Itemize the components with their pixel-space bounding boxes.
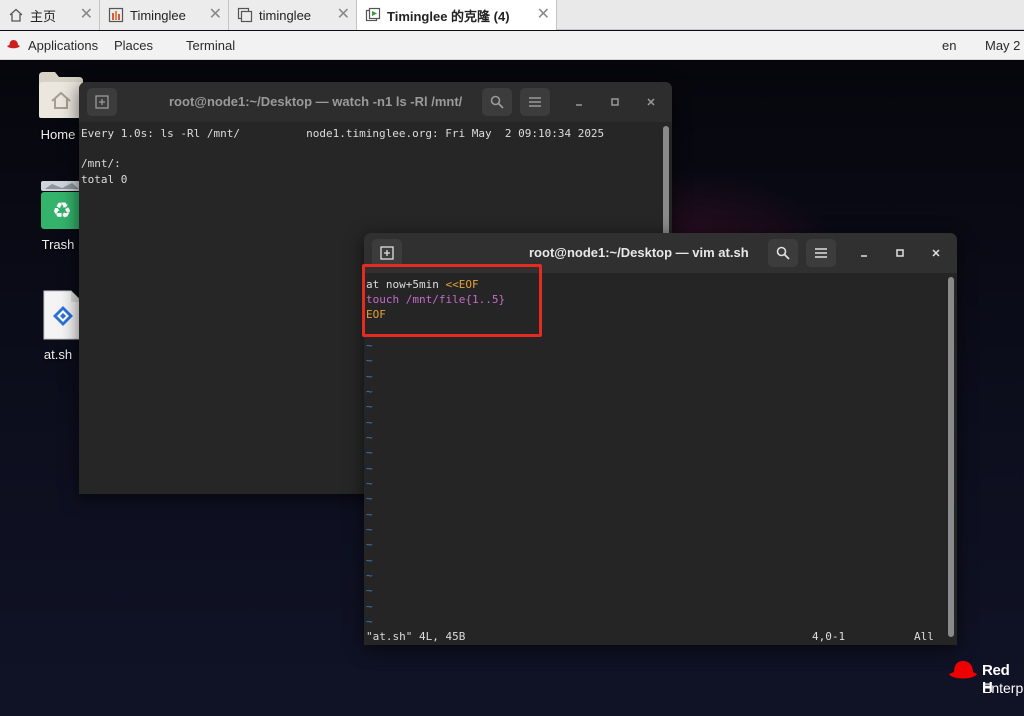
tab-label: Timinglee: [130, 7, 186, 23]
vm-icon: [108, 7, 124, 23]
trash-icon: ♻: [41, 181, 83, 229]
empty-line-marker: ~: [366, 554, 373, 567]
close-icon[interactable]: ✕: [537, 4, 550, 24]
minimize-button[interactable]: [856, 245, 872, 261]
new-tab-button[interactable]: [87, 88, 117, 116]
vm-running-icon: [365, 7, 381, 22]
search-icon: [490, 95, 504, 109]
tab-label: timinglee: [259, 7, 312, 23]
tab-home[interactable]: 主页 ✕: [0, 0, 100, 30]
language-indicator[interactable]: en: [942, 38, 956, 53]
applications-menu[interactable]: Applications: [28, 38, 98, 53]
svg-text:♻: ♻: [52, 199, 72, 224]
vm-tab-strip: 主页 ✕ Timinglee ✕ timinglee ✕ Timinglee 的…: [0, 0, 1024, 30]
search-button[interactable]: [768, 239, 798, 267]
close-icon: [932, 249, 940, 257]
empty-line-marker: ~: [366, 492, 373, 505]
minimize-button[interactable]: [571, 94, 587, 110]
vm-copy-icon: [237, 7, 253, 23]
clock[interactable]: May 2: [985, 38, 1020, 53]
menu-button[interactable]: [520, 88, 550, 116]
empty-line-marker: ~: [366, 385, 373, 398]
hamburger-menu-icon: [529, 97, 541, 107]
new-tab-icon: [95, 95, 109, 109]
maximize-icon: [611, 98, 619, 106]
menu-button[interactable]: [806, 239, 836, 267]
search-icon: [776, 246, 790, 260]
close-icon[interactable]: ✕: [337, 4, 350, 24]
empty-line-marker: ~: [366, 600, 373, 613]
script-file-icon: [43, 290, 83, 340]
brand-line2: Enterp: [982, 680, 1024, 696]
empty-line-marker: ~: [366, 339, 373, 352]
home-icon: [9, 8, 23, 22]
search-button[interactable]: [482, 88, 512, 116]
close-icon[interactable]: ✕: [80, 4, 93, 24]
output-line: /mnt/:: [81, 157, 121, 170]
close-button[interactable]: [928, 245, 944, 261]
minimize-icon: [576, 104, 582, 106]
redhat-icon: [7, 40, 20, 49]
empty-line-marker: ~: [366, 538, 373, 551]
maximize-button[interactable]: [892, 245, 908, 261]
maximize-button[interactable]: [607, 94, 623, 110]
tab-timinglee-copy[interactable]: timinglee ✕: [229, 0, 357, 30]
vim-cursor-position: 4,0-1: [812, 630, 846, 643]
empty-line-marker: ~: [366, 462, 373, 475]
maximize-icon: [896, 249, 904, 257]
empty-line-marker: ~: [366, 477, 373, 490]
output-line: total 0: [81, 173, 128, 186]
empty-line-marker: ~: [366, 615, 373, 628]
empty-line-marker: ~: [366, 431, 373, 444]
tab-label: Timinglee 的克隆 (4): [387, 8, 510, 24]
new-tab-button[interactable]: [372, 239, 402, 267]
close-button[interactable]: [643, 94, 659, 110]
scrollbar[interactable]: [948, 277, 954, 637]
empty-line-marker: ~: [366, 569, 373, 582]
close-icon: [647, 98, 655, 106]
minimize-icon: [861, 255, 867, 257]
gnome-top-bar: Applications Places Terminal en May 2: [0, 31, 1024, 60]
new-tab-icon: [380, 246, 394, 260]
redhat-logo-icon: [949, 661, 977, 679]
close-icon[interactable]: ✕: [209, 4, 222, 24]
empty-line-marker: ~: [366, 354, 373, 367]
places-menu[interactable]: Places: [114, 38, 153, 53]
scrollbar[interactable]: [663, 126, 669, 236]
vim-scroll-position: All: [914, 630, 934, 643]
hamburger-menu-icon: [815, 248, 827, 258]
annotation-highlight-box: [362, 264, 542, 337]
empty-line-marker: ~: [366, 508, 373, 521]
empty-line-marker: ~: [366, 584, 373, 597]
window-title: root@node1:~/Desktop — watch -n1 ls -Rl …: [169, 94, 463, 109]
window-header: root@node1:~/Desktop — watch -n1 ls -Rl …: [79, 82, 672, 122]
empty-line-marker: ~: [366, 400, 373, 413]
tab-timinglee-clone[interactable]: Timinglee 的克隆 (4) ✕: [357, 0, 557, 30]
empty-line-marker: ~: [366, 446, 373, 459]
vim-status-message: "at.sh" 4L, 45B: [366, 630, 466, 643]
empty-line-marker: ~: [366, 370, 373, 383]
tab-timinglee[interactable]: Timinglee ✕: [100, 0, 229, 30]
folder-home-icon: [39, 72, 83, 118]
empty-line-marker: ~: [366, 523, 373, 536]
terminal-menu[interactable]: Terminal: [186, 38, 235, 53]
output-line: Every 1.0s: ls -Rl /mnt/ node1.timinglee…: [81, 127, 605, 140]
tab-label: 主页: [30, 8, 57, 24]
empty-line-marker: ~: [366, 416, 373, 429]
window-title: root@node1:~/Desktop — vim at.sh: [529, 245, 749, 260]
